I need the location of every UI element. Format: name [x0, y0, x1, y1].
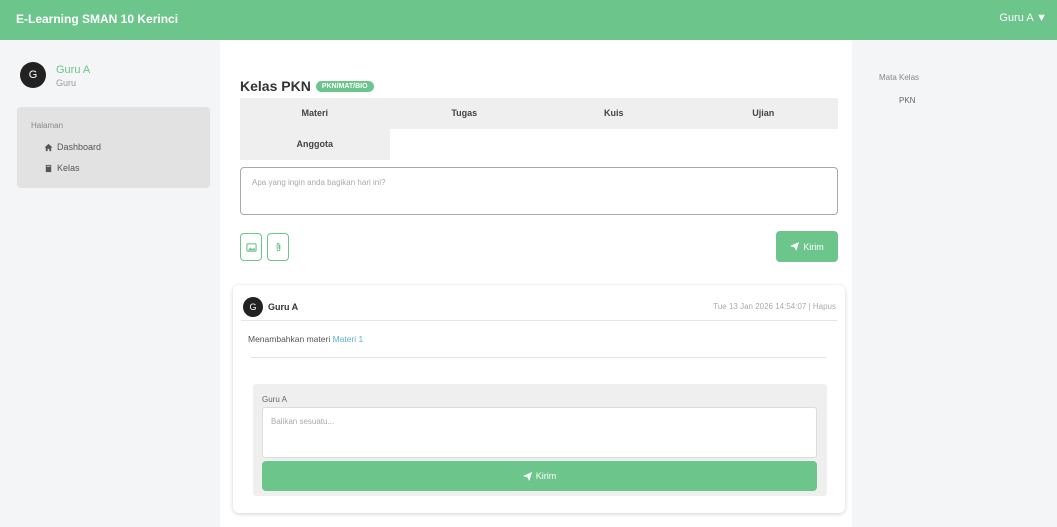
post-timestamp[interactable]: Tue 13 Jan 2026 14:54:07 | Hapus — [713, 302, 836, 311]
class-title-text: Kelas PKN — [240, 78, 311, 94]
send-label: Kirim — [535, 471, 557, 481]
app-title[interactable]: E-Learning SMAN 10 Kerinci — [16, 12, 178, 26]
attach-image-button[interactable] — [240, 233, 262, 261]
comment-form: Guru A Balikan sesuatu... Kirim — [253, 384, 827, 496]
avatar: G — [20, 62, 46, 88]
post-author: Guru A — [268, 302, 299, 312]
post-input[interactable]: Apa yang ingin anda bagikan hari ini? — [240, 167, 838, 215]
comment-user: Guru A — [262, 395, 287, 404]
profile-role: Guru — [56, 78, 77, 88]
send-icon — [790, 242, 800, 251]
page-title: Kelas PKN PKN/MAT/BIO — [240, 78, 374, 94]
sidebar-nav: Halaman Dashboard Kelas — [17, 107, 210, 188]
post-card: G Guru A Tue 13 Jan 2026 14:54:07 | Hapu… — [233, 285, 845, 513]
user-menu-dropdown[interactable]: Guru A ▼ — [999, 12, 1047, 24]
comment-input[interactable]: Balikan sesuatu... — [262, 407, 817, 458]
send-post-button[interactable]: Kirim — [776, 231, 838, 262]
sidebar-item-dashboard[interactable]: Dashboard — [44, 142, 101, 152]
tab-anggota[interactable]: Anggota — [240, 129, 390, 160]
class-item[interactable]: PKN — [899, 96, 915, 105]
sidebar-item-label: Kelas — [57, 163, 80, 173]
send-icon — [522, 471, 532, 481]
tab-materi[interactable]: Materi — [240, 98, 390, 129]
tab-tugas[interactable]: Tugas — [389, 98, 539, 129]
avatar: G — [243, 297, 263, 317]
home-icon — [44, 143, 53, 151]
image-icon — [245, 242, 257, 252]
main-content: Kelas PKN PKN/MAT/BIO Materi Tugas Kuis … — [220, 40, 852, 527]
divider — [251, 357, 826, 358]
profile-name[interactable]: Guru A — [56, 64, 90, 76]
tab-kuis[interactable]: Kuis — [539, 98, 689, 129]
send-label: Kirim — [803, 241, 824, 252]
class-tabs: Materi Tugas Kuis Ujian Anggota — [240, 98, 838, 160]
paperclip-icon — [276, 242, 280, 251]
send-comment-button[interactable]: Kirim — [262, 461, 817, 491]
sidebar-item-kelas[interactable]: Kelas — [44, 163, 80, 173]
materi-link[interactable]: Materi 1 — [333, 334, 364, 344]
tab-ujian[interactable]: Ujian — [688, 98, 838, 129]
class-badge: PKN/MAT/BIO — [315, 80, 374, 92]
right-sidebar: Mata Kelas PKN — [852, 40, 1057, 527]
sidebar-heading: Halaman — [31, 121, 64, 130]
post-body-text: Menambahkan materi — [248, 334, 333, 344]
top-navbar: E-Learning SMAN 10 Kerinci Guru A ▼ — [0, 0, 1057, 40]
attach-file-button[interactable] — [267, 233, 289, 261]
right-heading: Mata Kelas — [879, 73, 920, 82]
post-body: Menambahkan materi Materi 1 — [248, 334, 363, 344]
book-icon — [45, 164, 52, 172]
divider — [241, 320, 837, 321]
sidebar-item-label: Dashboard — [57, 142, 102, 152]
left-sidebar: G Guru A Guru Halaman Dashboard Kelas — [0, 40, 220, 527]
